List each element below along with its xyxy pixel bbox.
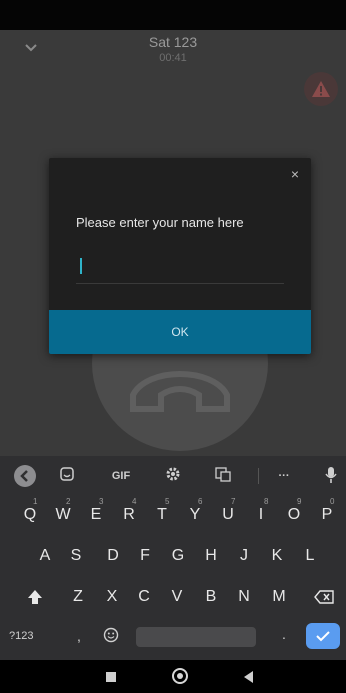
status-bar <box>0 0 346 30</box>
gear-icon[interactable] <box>162 466 184 486</box>
toolbar-divider <box>258 468 259 484</box>
checkmark-icon <box>316 631 330 642</box>
key-a[interactable]: A <box>30 540 60 572</box>
ok-button[interactable]: OK <box>49 310 311 354</box>
shift-arrow-icon[interactable] <box>20 581 50 613</box>
backspace-icon[interactable] <box>309 581 339 613</box>
keyboard-row-2: A S D F G H J K L <box>0 540 346 572</box>
key-h[interactable]: H <box>196 540 226 572</box>
key-n[interactable]: N <box>229 581 259 613</box>
key-b[interactable]: B <box>196 581 226 613</box>
key-i[interactable]: I8 <box>246 497 276 531</box>
key-w[interactable]: W2 <box>48 497 78 531</box>
circle-icon[interactable] <box>172 668 188 684</box>
key-k[interactable]: K <box>262 540 292 572</box>
chevron-left-icon[interactable] <box>14 465 36 487</box>
key-g[interactable]: G <box>163 540 193 572</box>
call-header: Sat 123 00:41 <box>0 30 346 70</box>
close-icon[interactable]: × <box>287 166 303 182</box>
key-z[interactable]: Z <box>63 581 93 613</box>
triangle-back-icon[interactable] <box>244 671 253 683</box>
key-t[interactable]: T5 <box>147 497 177 531</box>
name-dialog: × Please enter your name here OK <box>49 158 311 354</box>
key-j[interactable]: J <box>229 540 259 572</box>
dialog-prompt: Please enter your name here <box>76 215 244 230</box>
more-button[interactable]: ··· <box>272 466 296 486</box>
name-input[interactable] <box>76 254 284 284</box>
phone-handset-icon <box>130 371 230 412</box>
square-icon[interactable] <box>106 672 116 682</box>
sticker-icon[interactable] <box>56 466 78 486</box>
key-l[interactable]: L <box>295 540 325 572</box>
key-d[interactable]: D <box>98 540 128 572</box>
navigation-bar <box>0 660 346 693</box>
key-s[interactable]: S <box>61 540 91 572</box>
key-o[interactable]: O9 <box>279 497 309 531</box>
call-timer: 00:41 <box>159 52 187 64</box>
warning-button[interactable] <box>304 72 338 106</box>
comma-key[interactable]: , <box>77 628 81 644</box>
key-m[interactable]: M <box>264 581 294 613</box>
key-p[interactable]: P0 <box>312 497 342 531</box>
key-v[interactable]: V <box>162 581 192 613</box>
emoji-icon[interactable] <box>103 627 119 646</box>
keyboard-row-1: Q1 W2 E3 R4 T5 Y6 U7 I8 O9 P0 <box>0 497 346 531</box>
done-key[interactable] <box>306 623 340 649</box>
translate-icon[interactable] <box>212 466 234 486</box>
key-x[interactable]: X <box>97 581 127 613</box>
key-q[interactable]: Q1 <box>15 497 45 531</box>
keyboard-row-3: Z X C V B N M <box>0 581 346 613</box>
key-e[interactable]: E3 <box>81 497 111 531</box>
caller-name: Sat 123 <box>148 34 198 50</box>
key-f[interactable]: F <box>130 540 160 572</box>
space-key[interactable] <box>136 627 256 647</box>
mic-icon[interactable] <box>322 466 340 486</box>
text-caret <box>80 258 82 274</box>
warning-triangle-icon <box>312 81 330 97</box>
key-c[interactable]: C <box>129 581 159 613</box>
key-u[interactable]: U7 <box>213 497 243 531</box>
symbols-key[interactable]: ?123 <box>9 630 33 642</box>
keyboard: GIF ··· Q1 W2 E3 R4 T5 Y6 U7 I8 O9 P0 A … <box>0 456 346 660</box>
key-y[interactable]: Y6 <box>180 497 210 531</box>
period-key[interactable]: . <box>282 626 286 642</box>
key-r[interactable]: R4 <box>114 497 144 531</box>
gif-button[interactable]: GIF <box>107 466 135 486</box>
keyboard-toolbar: GIF ··· <box>0 456 346 494</box>
